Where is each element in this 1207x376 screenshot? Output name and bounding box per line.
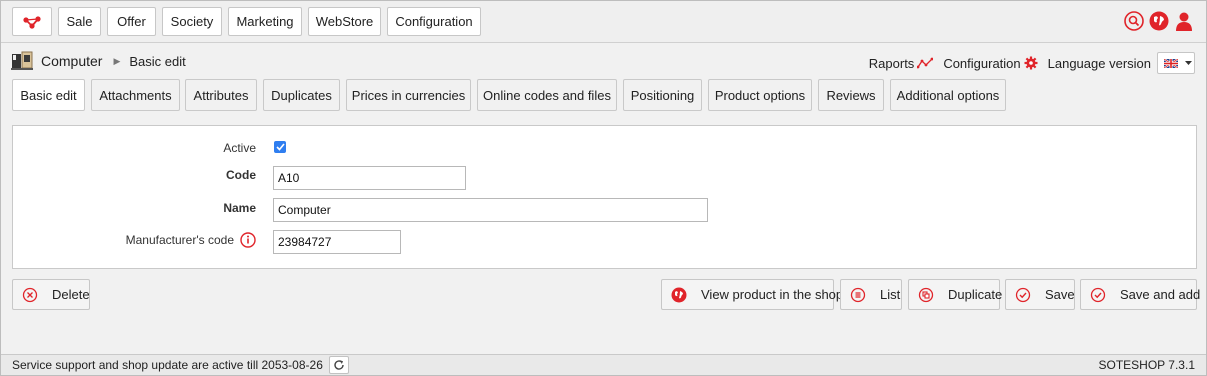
duplicate-icon xyxy=(918,287,934,303)
nav-society[interactable]: Society xyxy=(162,7,222,36)
checkmark-icon xyxy=(275,143,285,151)
language-label: Language version xyxy=(1047,55,1151,71)
tab-additional-options[interactable]: Additional options xyxy=(890,79,1006,111)
list-icon xyxy=(850,287,866,303)
list-button[interactable]: List xyxy=(840,279,902,310)
name-label: Name xyxy=(223,201,256,215)
configuration-link[interactable]: Configuration xyxy=(943,55,1038,71)
page-title: Computer xyxy=(41,53,103,69)
manufacturer-code-label-row: Manufacturer's code xyxy=(126,232,256,248)
list-button-label: List xyxy=(880,287,901,302)
globe-icon xyxy=(671,287,687,303)
nav-offer[interactable]: Offer xyxy=(107,7,156,36)
raports-link[interactable]: Raports xyxy=(869,56,934,71)
nav-sale[interactable]: Sale xyxy=(58,7,101,36)
refresh-button[interactable] xyxy=(328,356,349,374)
manufacturer-code-label: Manufacturer's code xyxy=(125,233,234,247)
app-window: Sale Offer Society Marketing WebStore Co… xyxy=(0,0,1207,376)
save-and-add-button[interactable]: Save and add xyxy=(1080,279,1201,310)
delete-icon xyxy=(22,287,38,303)
caret-down-icon xyxy=(1184,61,1192,65)
duplicate-button[interactable]: Duplicate xyxy=(908,279,1003,310)
uk-flag-icon xyxy=(1163,58,1178,68)
language-version: Language version xyxy=(1048,52,1195,74)
tab-reviews[interactable]: Reviews xyxy=(818,79,884,111)
nav-configuration[interactable]: Configuration xyxy=(387,7,481,36)
configuration-label: Configuration xyxy=(943,55,1021,71)
tab-basic-edit[interactable]: Basic edit xyxy=(12,79,85,111)
manufacturer-code-input[interactable] xyxy=(273,230,401,254)
home-logo-button[interactable] xyxy=(12,7,52,36)
view-product-label: View product in the shop xyxy=(701,287,844,302)
info-icon[interactable] xyxy=(240,232,256,248)
save-and-add-button-label: Save and add xyxy=(1120,287,1201,302)
delete-button-label: Delete xyxy=(52,287,90,302)
nav-marketing[interactable]: Marketing xyxy=(228,7,302,36)
search-icon[interactable] xyxy=(1124,11,1144,31)
active-checkbox[interactable] xyxy=(274,141,286,153)
name-input[interactable] xyxy=(273,198,708,222)
tab-attributes[interactable]: Attributes xyxy=(185,79,257,111)
tab-prices-in-currencies[interactable]: Prices in currencies xyxy=(346,79,471,111)
chart-line-icon xyxy=(917,57,934,69)
refresh-icon xyxy=(334,360,344,370)
save-button-label: Save xyxy=(1045,287,1075,302)
breadcrumb: Computer ▶ Basic edit xyxy=(11,51,186,71)
tab-online-codes-and-files[interactable]: Online codes and files xyxy=(477,79,617,111)
soteshop-logo-icon xyxy=(23,15,41,29)
check-circle-icon xyxy=(1015,287,1031,303)
user-icon[interactable] xyxy=(1174,11,1194,31)
top-nav: Sale Offer Society Marketing WebStore Co… xyxy=(1,1,1206,43)
check-circle-icon xyxy=(1090,287,1106,303)
save-button[interactable]: Save xyxy=(1005,279,1075,310)
basic-edit-form: Active Code Name Manufacturer's code xyxy=(12,125,1197,269)
nav-webstore[interactable]: WebStore xyxy=(308,7,381,36)
gear-icon xyxy=(1024,56,1038,70)
header-links: Raports Configuration Language version xyxy=(859,52,1195,74)
breadcrumb-current: Basic edit xyxy=(129,53,186,69)
tab-product-options[interactable]: Product options xyxy=(708,79,812,111)
breadcrumb-separator-icon: ▶ xyxy=(113,55,121,66)
top-icons xyxy=(1124,11,1194,31)
delete-button[interactable]: Delete xyxy=(12,279,90,310)
product-box-icon xyxy=(11,51,33,70)
raports-label: Raports xyxy=(868,55,915,71)
code-label: Code xyxy=(226,168,256,182)
code-input[interactable] xyxy=(273,166,466,190)
tab-positioning[interactable]: Positioning xyxy=(623,79,702,111)
tab-duplicates[interactable]: Duplicates xyxy=(263,79,340,111)
active-label: Active xyxy=(223,141,256,155)
view-product-in-shop-button[interactable]: View product in the shop xyxy=(661,279,843,310)
globe-icon[interactable] xyxy=(1149,11,1169,31)
duplicate-button-label: Duplicate xyxy=(948,287,1003,302)
tab-attachments[interactable]: Attachments xyxy=(91,79,180,111)
service-status-text: Service support and shop update are acti… xyxy=(12,358,323,372)
language-select[interactable] xyxy=(1157,52,1195,74)
status-bar: Service support and shop update are acti… xyxy=(1,354,1206,375)
version-label: SOTESHOP 7.3.1 xyxy=(1098,358,1196,372)
